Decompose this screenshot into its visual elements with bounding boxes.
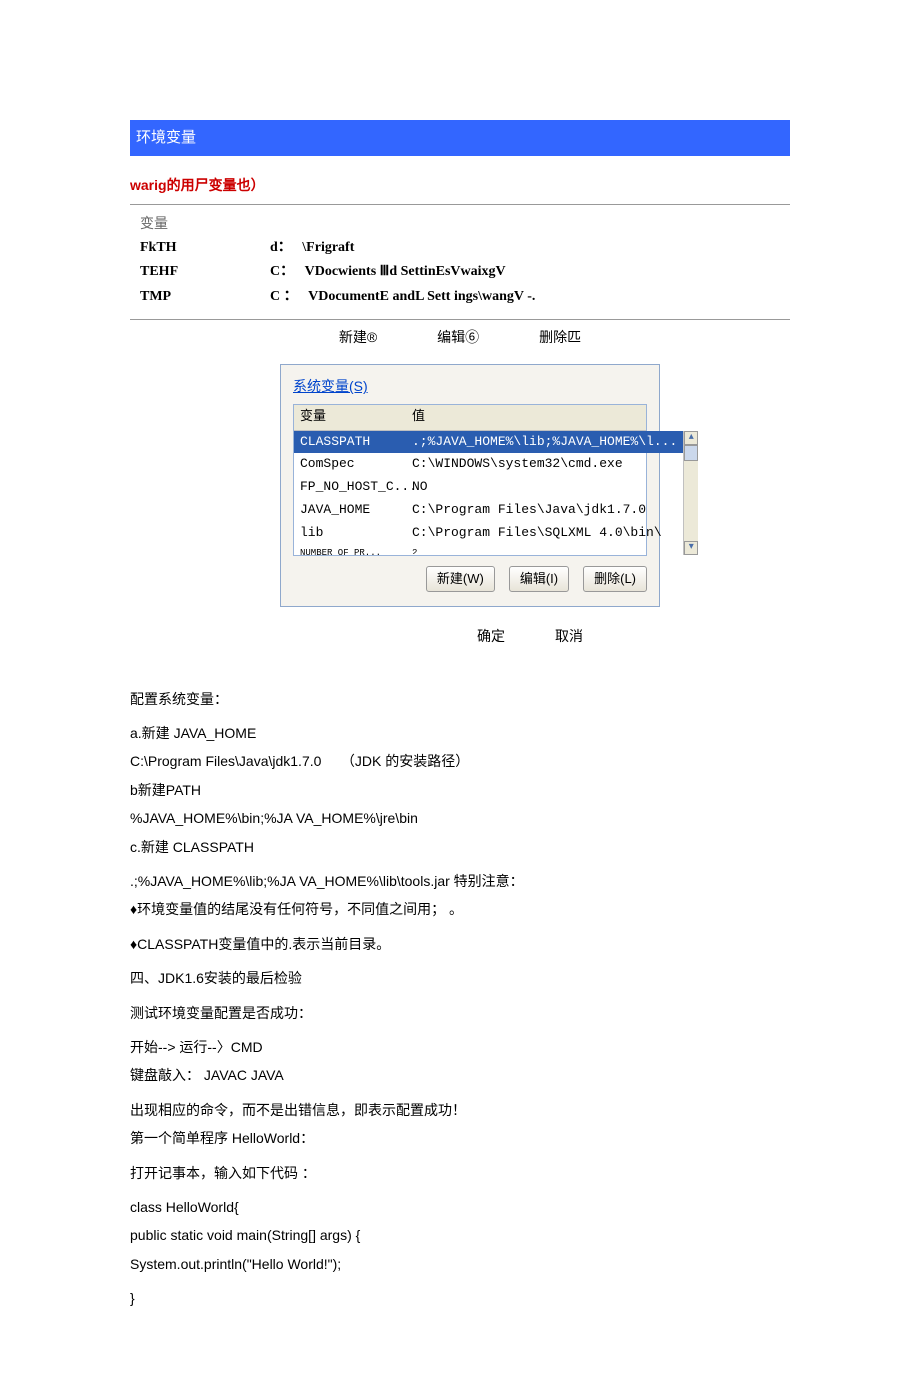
scroll-thumb[interactable] (684, 445, 698, 461)
edit-button[interactable]: 编辑(I) (509, 566, 569, 593)
delete-button[interactable]: 删除匹 (539, 326, 581, 348)
new-button[interactable]: 新建(W) (426, 566, 495, 593)
code-line: } (130, 1287, 790, 1309)
text-line: b新建PATH (130, 779, 790, 801)
user-var-row: TEHF C： VDocwients Ⅲd SettinEsVwaixgV (130, 260, 790, 284)
header-title: 环境变量 (136, 129, 196, 146)
system-vars-list: 变量 值 CLASSPATH .;%JAVA_HOME%\lib;%JAVA_H… (293, 404, 647, 556)
list-header: 变量 值 (294, 405, 646, 431)
text-line: 开始--> 运行--〉CMD (130, 1036, 790, 1058)
text-line: 配置系统变量： (130, 688, 790, 710)
text-line: ♦CLASSPATH变量值中的.表示当前目录。 (130, 933, 790, 955)
text-line: 键盘敲入： JAVAC JAVA (130, 1064, 790, 1086)
document-content: 配置系统变量： a.新建 JAVA_HOME C:\Program Files\… (130, 688, 790, 1310)
sys-var-buttons: 新建(W) 编辑(I) 删除(L) (293, 566, 647, 593)
col-header-name: 变量 (300, 407, 412, 428)
var-name: TEHF (140, 261, 270, 283)
text-line: ♦环境变量值的结尾没有任何符号，不同值之间用； 。 (130, 898, 790, 920)
user-vars-header: 变量 (140, 212, 270, 234)
text-line: 打开记事本，输入如下代码 ： (130, 1162, 790, 1184)
scroll-down-icon[interactable]: ▾ (684, 541, 698, 555)
var-name: TMP (140, 286, 270, 308)
scroll-up-icon[interactable]: ▴ (684, 431, 698, 445)
user-var-row: FkTH d： \Frigraft (130, 236, 790, 260)
text-line: 四、JDK1.6安装的最后检验 (130, 967, 790, 989)
text-line: C:\Program Files\Java\jdk1.7.0 （JDK 的安装路… (130, 750, 790, 772)
sys-var-row[interactable]: lib C:\Program Files\SQLXML 4.0\bin\ (294, 522, 683, 545)
sys-var-row[interactable]: CLASSPATH .;%JAVA_HOME%\lib;%JAVA_HOME%\… (294, 431, 683, 454)
code-line: class HelloWorld{ (130, 1196, 790, 1218)
user-var-buttons: 新建® 编辑⑥ 删除匹 (130, 326, 790, 348)
text-line: 第一个简单程序 HelloWorld： (130, 1127, 790, 1149)
text-line: .;%JAVA_HOME%\lib;%JA VA_HOME%\lib\tools… (130, 870, 790, 892)
user-vars-box: 变量 FkTH d： \Frigraft TEHF C： VDocwients … (130, 204, 790, 320)
col-header-value: 值 (412, 407, 640, 428)
system-vars-dialog: 系统变量(S) 变量 值 CLASSPATH .;%JAVA_HOME%\lib… (280, 364, 660, 607)
cancel-button[interactable]: 取消 (555, 625, 583, 647)
code-line: System.out.println("Hello World!"); (130, 1253, 790, 1275)
code-line: public static void main(String[] args) { (130, 1224, 790, 1246)
edit-button[interactable]: 编辑⑥ (437, 326, 479, 348)
delete-button[interactable]: 删除(L) (583, 566, 647, 593)
user-var-row: TMP C ： VDocumentE andL Sett ings\wangV … (130, 285, 790, 309)
user-vars-title: warig的用尸变量也） (130, 174, 790, 196)
sys-var-row[interactable]: FP_NO_HOST_C... NO (294, 476, 683, 499)
ok-cancel-row: 确定 取消 (270, 625, 790, 647)
text-line: 出现相应的命令，而不是出错信息，即表示配置成功！ (130, 1099, 790, 1121)
text-line: a.新建 JAVA_HOME (130, 722, 790, 744)
sys-var-row[interactable]: ComSpec C:\WINDOWS\system32\cmd.exe (294, 453, 683, 476)
sys-var-row[interactable]: NUMBER_OF_PR... 2 (294, 545, 683, 555)
scrollbar[interactable]: ▴ ▾ (683, 431, 698, 555)
new-button[interactable]: 新建® (339, 326, 377, 348)
text-line: 测试环境变量配置是否成功： (130, 1002, 790, 1024)
text-line: %JAVA_HOME%\bin;%JA VA_HOME%\jre\bin (130, 807, 790, 829)
ok-button[interactable]: 确定 (477, 625, 505, 647)
var-name: FkTH (140, 237, 270, 259)
system-vars-title: 系统变量(S) (293, 375, 647, 397)
header-bar: 环境变量 (130, 120, 790, 156)
text-line: c.新建 CLASSPATH (130, 836, 790, 858)
sys-var-row[interactable]: JAVA_HOME C:\Program Files\Java\jdk1.7.0 (294, 499, 683, 522)
